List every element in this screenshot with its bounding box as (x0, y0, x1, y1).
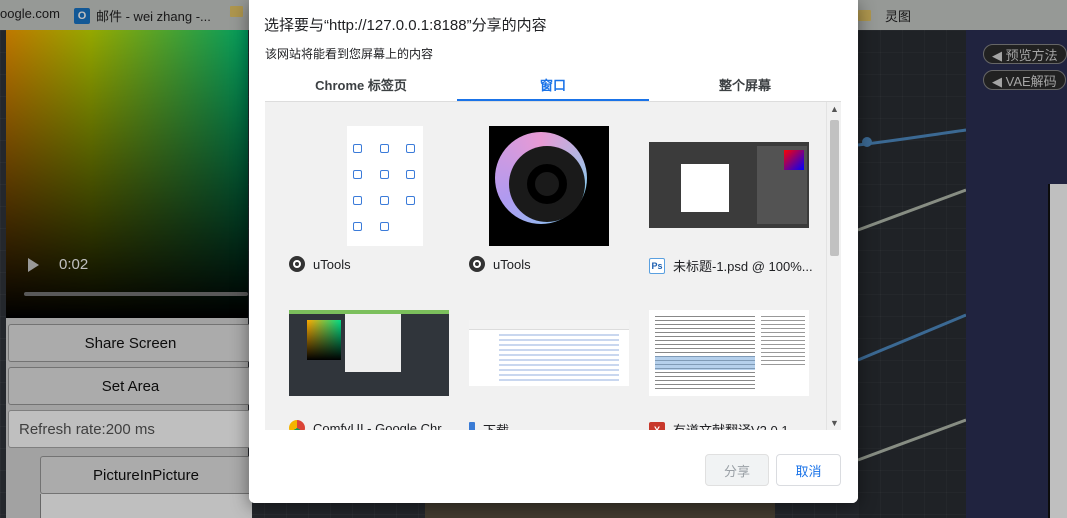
share-button[interactable]: 分享 (705, 454, 769, 486)
window-item-translator[interactable]: Y 有道文献翻译V2.0.1 (649, 420, 819, 430)
dialog-title: 选择要与“http://127.0.0.1:8188”分享的内容 (264, 17, 547, 34)
tab-window[interactable]: 窗口 (457, 72, 649, 101)
bookmark-google[interactable]: oogle.com (0, 6, 60, 21)
refresh-rate-input[interactable]: Refresh rate:200 ms (8, 410, 253, 448)
folder-icon (230, 6, 243, 17)
vae-decode-button[interactable]: ◀ VAE解码 (983, 70, 1066, 90)
window-label: ComfyUI - Google Chr... (313, 420, 452, 431)
play-icon[interactable] (28, 258, 39, 272)
window-label: 有道文献翻译V2.0.1 (673, 420, 789, 430)
bookmark-label: 邮件 - wei zhang -... (96, 9, 211, 24)
dictionary-icon: Y (649, 421, 665, 430)
window-thumbnail-photoshop[interactable] (649, 142, 809, 228)
share-screen-button[interactable]: Share Screen (8, 324, 253, 362)
photoshop-icon: Ps (649, 257, 665, 274)
window-label: 下载 (483, 420, 509, 430)
window-item-downloads[interactable]: 下载 (469, 420, 639, 430)
bookmark-label: 灵图 (885, 9, 912, 24)
picture-in-picture-button[interactable]: PictureInPicture (40, 456, 252, 494)
window-thumbnail-translator[interactable] (649, 310, 809, 396)
screen-share-dialog: 选择要与“http://127.0.0.1:8188”分享的内容 该网站将能看到… (249, 0, 858, 503)
source-tabs: Chrome 标签页 窗口 整个屏幕 (265, 72, 841, 102)
window-label: 未标题-1.psd @ 100%... (673, 259, 813, 274)
window-item-utools-1[interactable]: uTools (289, 256, 459, 272)
chrome-icon (289, 420, 305, 430)
window-label: uTools (493, 256, 531, 272)
scroll-up-icon[interactable]: ▲ (830, 104, 839, 114)
tab-chrome-tabs[interactable]: Chrome 标签页 (265, 72, 457, 101)
pip-frame (40, 494, 252, 518)
window-thumbnail-utools-logo[interactable] (489, 126, 609, 246)
folder-icon (469, 421, 475, 430)
window-item-utools-2[interactable]: uTools (469, 256, 639, 272)
dialog-subtitle: 该网站将能看到您屏幕上的内容 (265, 47, 434, 61)
window-grid: uTools uTools Ps 未标题-1.psd @ 100%... Com… (265, 102, 841, 430)
preview-method-button[interactable]: ◀ 预览方法 (983, 44, 1067, 64)
set-area-button[interactable]: Set Area (8, 367, 253, 405)
node-panel (858, 30, 966, 518)
color-gradient-video[interactable] (6, 30, 248, 318)
scroll-down-icon[interactable]: ▼ (830, 418, 839, 428)
cancel-button[interactable]: 取消 (776, 454, 841, 486)
window-list-scrollbar[interactable]: ▲ ▼ (826, 102, 841, 430)
dialog-footer: 分享 取消 (249, 430, 858, 503)
window-label: uTools (313, 256, 351, 272)
window-item-comfyui[interactable]: ComfyUI - Google Chr... (289, 420, 459, 430)
window-thumbnail-downloads[interactable] (469, 320, 629, 386)
utools-icon (289, 256, 305, 272)
scrollbar-thumb[interactable] (830, 120, 839, 256)
window-item-photoshop[interactable]: Ps 未标题-1.psd @ 100%... (649, 256, 819, 275)
bookmark-label: oogle.com (0, 6, 60, 21)
folder-icon (858, 10, 871, 21)
preview-image (1048, 184, 1067, 518)
utools-icon (469, 256, 485, 272)
video-progress-bar[interactable] (24, 292, 248, 296)
window-thumbnail-comfyui[interactable] (289, 310, 449, 396)
tab-entire-screen[interactable]: 整个屏幕 (649, 72, 841, 101)
bookmark-lingtu[interactable]: 灵图 (858, 6, 911, 25)
bookmark-folder[interactable] (230, 6, 243, 17)
window-thumbnail-utools-menu[interactable] (347, 126, 423, 246)
bookmark-mail[interactable]: O 邮件 - wei zhang -... (74, 6, 211, 25)
video-time: 0:02 (59, 256, 89, 273)
outlook-icon: O (74, 7, 90, 24)
